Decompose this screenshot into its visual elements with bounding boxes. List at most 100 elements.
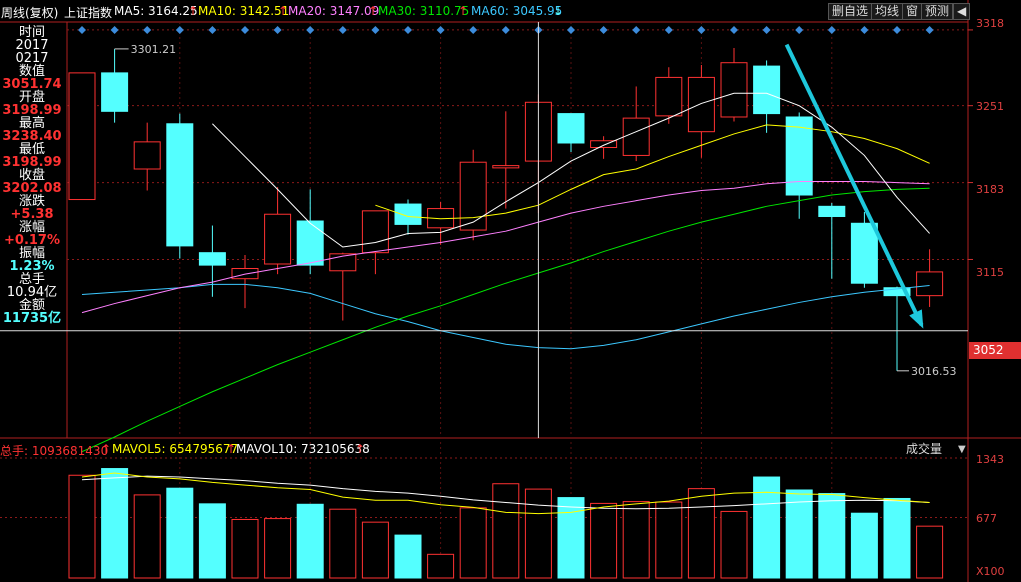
volume-bar	[818, 493, 846, 579]
ma20-value: MA20: 3147.09	[288, 4, 380, 18]
total-volume-arrow: ↑	[101, 442, 112, 456]
candle-body	[557, 113, 585, 144]
candlestick	[427, 201, 455, 245]
event-diamond-icon	[371, 26, 380, 34]
mavol10-arrow: ↑	[355, 442, 366, 456]
volume-unit: X100	[976, 565, 1005, 578]
ma60-value: MA60: 3045.95	[471, 4, 563, 18]
ma30-line	[81, 187, 930, 453]
candlestick	[492, 111, 520, 209]
period-label[interactable]: 周线(复权)	[1, 4, 58, 21]
amount-value: 11735亿	[2, 311, 62, 326]
volume-bar	[590, 502, 618, 579]
candle-body	[133, 141, 161, 170]
remove-watchlist-button[interactable]: 删自选	[828, 3, 873, 20]
volume-bar	[459, 507, 487, 579]
index-name: 上证指数	[64, 6, 113, 20]
candle-body	[916, 271, 944, 297]
window-button[interactable]: 窗	[902, 3, 923, 20]
indicator-dropdown-label: 成交量	[906, 442, 943, 456]
ma10-value: MA10: 3142.51	[198, 4, 290, 18]
high-mark-label: 3301.21	[131, 43, 177, 56]
price-tick: 3318	[976, 17, 1004, 30]
candle-body	[166, 123, 194, 247]
volume-bar	[427, 553, 455, 579]
ma-settings-button[interactable]: 均线	[871, 3, 904, 20]
volume-bar	[785, 489, 813, 579]
event-diamond-icon	[273, 26, 282, 34]
volume-bar	[101, 468, 129, 579]
candlestick	[198, 225, 226, 297]
candle-body	[264, 213, 292, 265]
volume-tick: 677	[976, 512, 997, 525]
event-diamond-icon	[664, 26, 673, 34]
chevron-down-icon[interactable]: ▼	[958, 440, 966, 459]
candle-body	[101, 72, 129, 112]
ma5-value: MA5: 3164.25	[114, 4, 198, 18]
mavol10-value: MAVOL10: 732105638	[236, 442, 370, 456]
event-diamond-icon	[632, 26, 641, 34]
volume-bar	[264, 518, 292, 579]
volume-bar	[622, 501, 650, 579]
event-diamond-icon	[730, 26, 738, 34]
indicator-dropdown[interactable]: 成交量 ▼	[878, 440, 972, 459]
candle-body	[850, 222, 878, 284]
volume-bar	[883, 497, 911, 579]
event-diamond-icon	[241, 26, 249, 34]
volume-bar	[68, 474, 96, 579]
trend-arrow-head-icon	[909, 309, 924, 329]
event-diamond-icon	[697, 26, 706, 34]
volume-bar	[166, 487, 194, 579]
candlestick	[687, 64, 715, 158]
candlestick	[133, 122, 161, 191]
event-diamond-icon	[860, 26, 869, 34]
candlestick	[720, 48, 748, 122]
candlestick	[68, 72, 96, 201]
event-diamond-icon	[567, 26, 575, 34]
event-diamond-icon	[110, 26, 119, 34]
candle-body	[818, 205, 846, 217]
event-diamond-icon	[925, 26, 934, 34]
candlestick	[264, 187, 292, 275]
volume-bar	[687, 488, 715, 579]
candlestick	[166, 113, 194, 259]
candle-body	[361, 210, 389, 254]
kline-chart[interactable]: 3301.21 3016.53	[0, 0, 1021, 582]
volume-bar	[133, 494, 161, 579]
volume-bar	[557, 497, 585, 579]
candlestick	[818, 202, 846, 279]
candlestick	[883, 286, 911, 371]
candle-body	[492, 165, 520, 169]
mavol5-arrow: ↑	[226, 442, 237, 456]
candle-body	[459, 161, 487, 231]
candle-body	[622, 117, 650, 156]
candle-body	[655, 76, 683, 117]
forecast-button[interactable]: 预测	[921, 3, 954, 20]
event-diamond-icon	[208, 26, 217, 34]
event-diamond-icon	[338, 26, 347, 34]
candle-body	[198, 252, 226, 266]
ma60-arrow: ↓	[553, 4, 564, 18]
candle-body	[687, 76, 715, 133]
info-panel: 时间 2017 0217 数值 3051.74 开盘 3198.99 最高 32…	[0, 26, 64, 325]
volume-bar	[524, 488, 552, 579]
price-tick: 3115	[976, 266, 1004, 279]
event-diamond-icon	[175, 26, 184, 34]
volume-bar	[394, 534, 422, 579]
volume-bar	[329, 508, 357, 579]
event-diamond-icon	[893, 26, 901, 34]
event-diamond-icon	[78, 26, 86, 34]
back-icon[interactable]: ◀	[953, 3, 971, 20]
candlestick	[655, 67, 683, 124]
low-mark-label: 3016.53	[911, 365, 957, 378]
candlestick	[101, 48, 129, 123]
event-diamond-icon	[827, 26, 836, 34]
volume-bar	[655, 501, 683, 579]
candle-body	[296, 220, 324, 266]
candlestick	[622, 86, 650, 162]
ma10-arrow: ↑	[278, 4, 289, 18]
total-volume: 总手: 1093681430	[0, 444, 109, 458]
candle-body	[68, 72, 96, 201]
volume-bar	[850, 512, 878, 579]
candle-body	[753, 65, 781, 115]
